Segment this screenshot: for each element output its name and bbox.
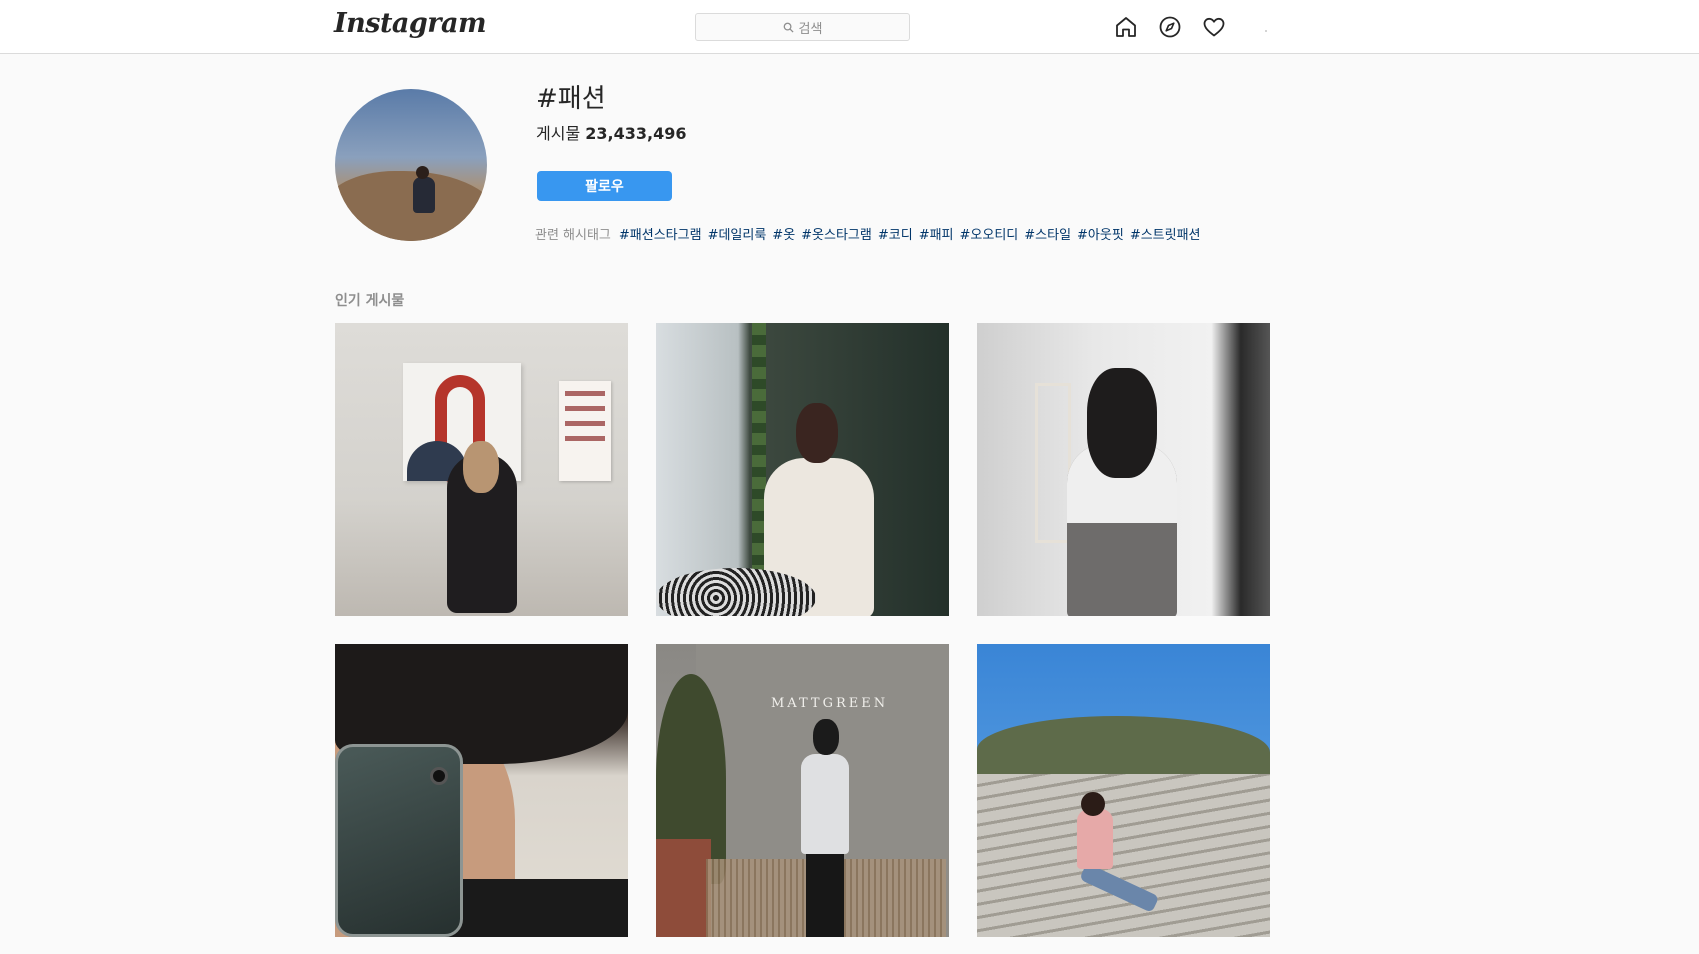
related-hashtag-link[interactable]: #코디 [878, 224, 913, 243]
post-thumbnail[interactable] [335, 644, 628, 937]
post-thumbnail[interactable]: MATTGREEN [656, 644, 949, 937]
home-icon[interactable] [1113, 14, 1139, 40]
compass-icon[interactable] [1157, 14, 1183, 40]
related-hashtag-link[interactable]: #패피 [919, 224, 954, 243]
top-nav-bar: Instagram 검색 [0, 0, 1699, 54]
profile-avatar-placeholder[interactable] [1265, 30, 1267, 32]
post-thumbnail[interactable] [977, 644, 1270, 937]
related-hashtag-link[interactable]: #아웃핏 [1077, 224, 1124, 243]
post-thumbnail[interactable] [335, 323, 628, 616]
post-count-label: 게시물 [536, 124, 581, 143]
search-icon [783, 22, 794, 33]
related-hashtag-link[interactable]: #패션스타그램 [619, 224, 702, 243]
search-placeholder: 검색 [798, 21, 823, 37]
related-hashtags-label: 관련 해시태그 [535, 228, 611, 243]
post-count-value: 23,433,496 [585, 124, 687, 143]
search-input[interactable]: 검색 [695, 13, 910, 41]
cafe-sign-text: MATTGREEN [771, 696, 889, 711]
post-count: 게시물 23,433,496 [536, 120, 686, 144]
related-hashtags: 관련 해시태그 #패션스타그램 #데일리룩 #옷 #옷스타그램 #코디 #패피 … [535, 224, 1201, 243]
related-hashtag-link[interactable]: #옷 [772, 224, 795, 243]
post-thumbnail[interactable] [656, 323, 949, 616]
related-hashtag-link[interactable]: #스타일 [1024, 224, 1071, 243]
related-hashtag-link[interactable]: #오오티디 [960, 224, 1019, 243]
heart-icon[interactable] [1201, 14, 1227, 40]
hashtag-title: #패션 [536, 84, 606, 114]
instagram-logo[interactable]: Instagram [334, 8, 487, 39]
hashtag-profile-image [335, 89, 487, 241]
related-hashtag-link[interactable]: #스트릿패션 [1130, 224, 1201, 243]
related-hashtag-link[interactable]: #옷스타그램 [801, 224, 872, 243]
post-thumbnail[interactable] [977, 323, 1270, 616]
related-hashtag-link[interactable]: #데일리룩 [708, 224, 767, 243]
nav-icon-group [1113, 14, 1227, 40]
follow-button[interactable]: 팔로우 [537, 171, 672, 201]
popular-posts-heading: 인기 게시물 [335, 293, 405, 309]
